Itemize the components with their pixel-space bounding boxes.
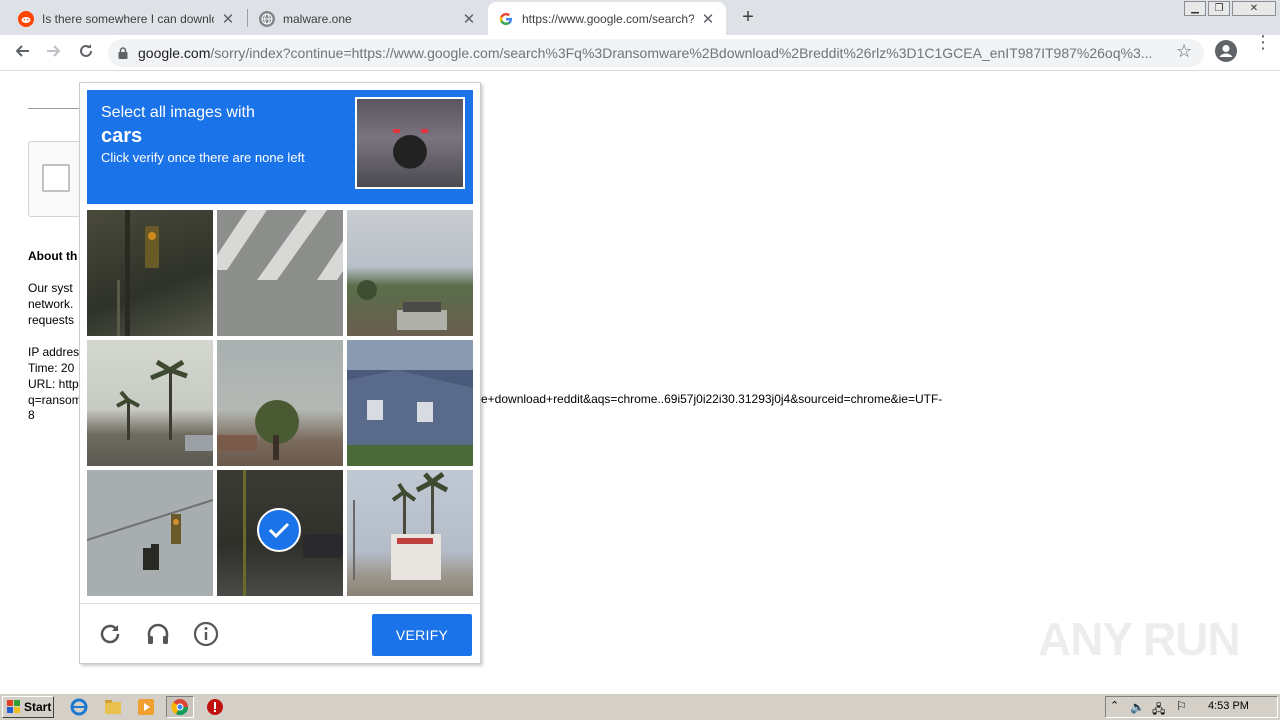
verify-button[interactable]: VERIFY bbox=[372, 614, 472, 656]
recaptcha-checkbox[interactable] bbox=[42, 164, 70, 192]
maximize-button[interactable]: ❐ bbox=[1208, 1, 1230, 16]
tail-light bbox=[421, 129, 428, 133]
windows-logo-icon bbox=[7, 700, 20, 713]
globe-icon bbox=[259, 10, 275, 27]
menu-icon[interactable]: ⋮ bbox=[1254, 33, 1272, 51]
image-tile-5[interactable] bbox=[217, 340, 343, 466]
lock-icon bbox=[118, 47, 128, 59]
url-line: URL: http bbox=[28, 377, 79, 391]
image-tile-4[interactable] bbox=[87, 340, 213, 466]
arrow-right-icon bbox=[47, 45, 61, 57]
back-button[interactable] bbox=[10, 41, 34, 65]
network-icon[interactable]: 🖧 bbox=[1152, 700, 1165, 721]
challenge-footer: VERIFY bbox=[80, 603, 480, 663]
security-alert-icon[interactable] bbox=[206, 698, 224, 716]
image-tile-2[interactable] bbox=[217, 210, 343, 336]
body-text-line: Our syst bbox=[28, 281, 73, 295]
image-tile-3[interactable] bbox=[347, 210, 473, 336]
chrome-taskbar-button[interactable] bbox=[166, 696, 194, 718]
start-button[interactable]: Start bbox=[2, 696, 54, 718]
volume-icon[interactable]: 🔈 bbox=[1130, 700, 1145, 714]
close-window-button[interactable]: ✕ bbox=[1232, 1, 1276, 16]
browser-toolbar: google.com /sorry/index?continue=https:/… bbox=[0, 35, 1280, 71]
file-explorer-icon[interactable] bbox=[104, 698, 122, 716]
tab-separator bbox=[247, 9, 248, 27]
action-center-flag-icon[interactable]: ⚐ bbox=[1176, 699, 1187, 713]
body-text-line: requests bbox=[28, 313, 75, 327]
tray-expand-icon[interactable]: ⌃ bbox=[1110, 699, 1119, 712]
help-button[interactable] bbox=[192, 620, 220, 648]
sample-image bbox=[355, 97, 465, 189]
minimize-button[interactable]: ▁ bbox=[1184, 1, 1206, 16]
challenge-header: Select all images with cars Click verify… bbox=[87, 90, 473, 204]
new-tab-button[interactable]: + bbox=[737, 6, 759, 28]
ip-address-line: IP addres bbox=[28, 345, 80, 359]
image-tile-6[interactable] bbox=[347, 340, 473, 466]
url-host: google.com bbox=[138, 45, 211, 61]
headphones-icon bbox=[147, 623, 169, 644]
checkmark-icon bbox=[257, 508, 301, 552]
tab-reddit[interactable]: Is there somewhere I can download ✕ bbox=[8, 2, 246, 35]
anyrun-watermark: ANY RUN bbox=[1038, 613, 1241, 665]
chrome-icon bbox=[171, 699, 189, 716]
address-bar[interactable]: google.com /sorry/index?continue=https:/… bbox=[108, 39, 1204, 67]
taskbar-clock[interactable]: 4:53 PM bbox=[1208, 700, 1249, 712]
close-icon[interactable]: ✕ bbox=[220, 10, 236, 28]
reload-icon bbox=[80, 44, 92, 57]
about-heading: About th bbox=[28, 249, 78, 263]
image-tile-1[interactable] bbox=[87, 210, 213, 336]
reload-challenge-button[interactable] bbox=[96, 620, 124, 648]
image-tile-7[interactable] bbox=[87, 470, 213, 596]
tab-title: malware.one bbox=[283, 11, 352, 26]
reddit-icon bbox=[18, 10, 34, 27]
tab-strip: Is there somewhere I can download ✕ malw… bbox=[0, 0, 1280, 35]
url-path: /sorry/index?continue=https://www.google… bbox=[210, 45, 1153, 61]
body-text-line: network. bbox=[28, 297, 74, 311]
close-icon[interactable]: ✕ bbox=[461, 10, 477, 28]
tab-title: https://www.google.com/search?q= bbox=[522, 11, 694, 26]
audio-challenge-button[interactable] bbox=[144, 620, 172, 648]
image-tile-8[interactable] bbox=[217, 470, 343, 596]
recaptcha-challenge: Select all images with cars Click verify… bbox=[79, 82, 481, 664]
challenge-instruction: Select all images with bbox=[101, 104, 255, 121]
url-tail-end: 8 bbox=[28, 408, 35, 422]
info-icon bbox=[193, 621, 219, 647]
start-label: Start bbox=[24, 700, 52, 714]
image-tile-9[interactable] bbox=[347, 470, 473, 596]
internet-explorer-icon[interactable] bbox=[70, 698, 88, 716]
forward-button[interactable] bbox=[42, 41, 66, 65]
challenge-subinstruction: Click verify once there are none left bbox=[101, 150, 305, 165]
challenge-target: cars bbox=[101, 125, 143, 147]
close-icon[interactable]: ✕ bbox=[700, 10, 716, 28]
media-player-icon[interactable] bbox=[137, 698, 155, 716]
reload-icon bbox=[100, 624, 120, 644]
system-tray: ⌃ 🔈 🖧 ⚐ bbox=[1105, 696, 1278, 718]
url-tail-text: e+download+reddit&aqs=chrome..69i57j0i22… bbox=[481, 392, 943, 406]
bookmark-star-icon[interactable]: ☆ bbox=[1176, 41, 1192, 62]
time-line: Time: 20 bbox=[28, 361, 75, 375]
tab-google-search[interactable]: https://www.google.com/search?q= ✕ bbox=[488, 2, 726, 35]
tab-malware-one[interactable]: malware.one ✕ bbox=[249, 2, 487, 35]
taskbar: Start ⌃ 🔈 🖧 ⚐ 4:53 PM bbox=[0, 693, 1280, 720]
google-icon bbox=[498, 11, 514, 27]
tab-title: Is there somewhere I can download bbox=[42, 11, 214, 26]
profile-avatar-icon[interactable] bbox=[1215, 40, 1237, 62]
reload-button[interactable] bbox=[74, 41, 98, 65]
query-line: q=ransom bbox=[28, 393, 82, 407]
image-grid bbox=[87, 210, 473, 596]
arrow-left-icon bbox=[15, 45, 29, 57]
tail-light bbox=[393, 129, 400, 133]
